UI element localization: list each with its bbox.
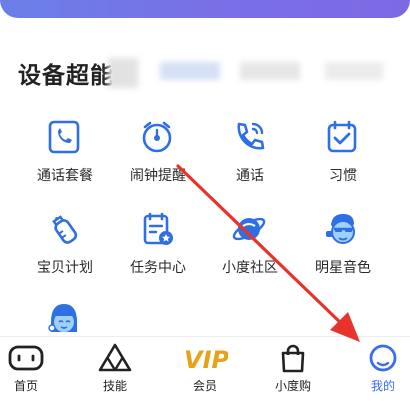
grid-item-community[interactable]: 小度社区 xyxy=(204,211,296,291)
grid-item-label: 习惯 xyxy=(329,168,357,184)
blurred-content xyxy=(240,62,300,80)
grid-item-label: 闹钟提醒 xyxy=(130,168,186,184)
grid-item-label: 通话套餐 xyxy=(37,168,93,184)
tab-home[interactable]: 首页 xyxy=(0,337,67,401)
phone-call-icon xyxy=(237,122,265,150)
home-speaker-icon xyxy=(8,345,44,371)
grid-item-alarm[interactable]: 闹钟提醒 xyxy=(112,119,204,199)
skills-triangle-icon xyxy=(98,343,132,372)
tab-label: 首页 xyxy=(13,379,38,393)
top-banner[interactable] xyxy=(0,0,410,18)
grid-item-call[interactable]: 通话 xyxy=(204,119,296,199)
grid-item-task-center[interactable]: 任务中心 xyxy=(112,211,204,291)
vip-icon: VIP xyxy=(184,346,228,373)
grid-item-label: 小度社区 xyxy=(222,260,278,276)
grid-item-label: 宝贝计划 xyxy=(37,260,93,276)
grid-item-label: 明星音色 xyxy=(315,260,371,276)
phone-plan-icon xyxy=(48,120,80,154)
bottom-tab-bar: 首页 技能 VIP 会员 小度购 我的 xyxy=(0,336,410,401)
habit-check-icon xyxy=(327,120,357,153)
planet-community-icon xyxy=(232,217,266,241)
shopping-bag-icon xyxy=(281,344,305,373)
blurred-content xyxy=(108,58,138,88)
tab-label: 技能 xyxy=(102,379,127,393)
section-title: 设备超能 xyxy=(18,63,114,89)
tab-mine[interactable]: 我的 xyxy=(342,337,410,401)
star-voice-icon xyxy=(326,214,355,244)
vip-icon-text: VIP xyxy=(184,346,228,373)
blurred-content xyxy=(325,62,383,80)
baby-bottle-icon xyxy=(52,215,78,244)
profile-icon xyxy=(369,344,397,372)
grid-item-baby-plan[interactable]: 宝贝计划 xyxy=(19,211,111,291)
blurred-content xyxy=(160,62,220,80)
grid-item-label: 通话 xyxy=(236,168,264,184)
tab-label: 小度购 xyxy=(274,379,311,393)
grid-item-star-voice[interactable]: 明星音色 xyxy=(297,211,389,291)
grid-item-habit[interactable]: 习惯 xyxy=(297,119,389,199)
girl-avatar-icon xyxy=(48,304,77,332)
grid-item-call-plan[interactable]: 通话套餐 xyxy=(19,119,111,199)
tab-shop[interactable]: 小度购 xyxy=(252,337,334,401)
alarm-clock-icon xyxy=(142,121,172,153)
grid-item-label: 任务中心 xyxy=(130,260,186,276)
tab-label: 会员 xyxy=(192,379,217,393)
tab-skills[interactable]: 技能 xyxy=(74,337,156,401)
device-features-page: 设备超能 通话套餐 闹钟提醒 通话 习惯 宝贝计划 任务中心 小度社区 明星音色… xyxy=(0,0,410,401)
task-clipboard-icon xyxy=(143,212,173,245)
tab-label: 我的 xyxy=(370,379,395,393)
tab-vip[interactable]: VIP 会员 xyxy=(164,337,246,401)
grid-item-partial[interactable] xyxy=(19,300,111,336)
